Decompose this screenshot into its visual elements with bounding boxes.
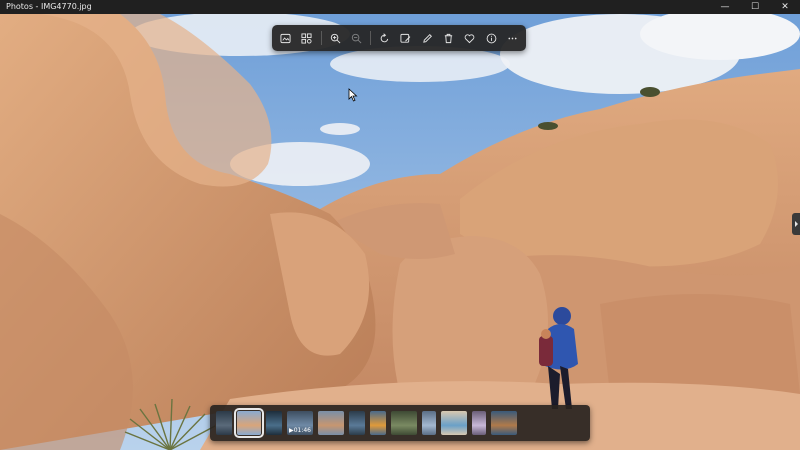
window-title: Photos - IMG4770.jpg xyxy=(6,2,92,11)
filmstrip: ▶ 01:46 xyxy=(210,405,590,441)
edit-image-icon xyxy=(400,33,411,43)
filmstrip-thumbnail[interactable] xyxy=(391,411,417,435)
filmstrip-thumbnail[interactable] xyxy=(266,411,282,435)
mouse-cursor-icon xyxy=(348,88,358,102)
info-button[interactable] xyxy=(480,27,501,49)
delete-button[interactable] xyxy=(438,27,459,49)
draw-button[interactable] xyxy=(417,27,438,49)
chevron-right-icon xyxy=(794,221,798,227)
zoom-out-button[interactable] xyxy=(346,27,367,49)
view-actual-size-icon xyxy=(280,33,291,43)
all-photos-grid-icon xyxy=(301,32,312,44)
photo-canvas[interactable] xyxy=(0,14,800,450)
maximize-button[interactable]: ☐ xyxy=(740,0,770,14)
landscape-photo xyxy=(0,14,800,450)
favorite-heart-icon xyxy=(464,33,475,43)
zoom-in-icon xyxy=(330,33,341,43)
zoom-in-button[interactable] xyxy=(325,27,346,49)
edit-image-button[interactable] xyxy=(395,27,416,49)
filmstrip-thumbnail[interactable] xyxy=(491,411,517,435)
rotate-icon xyxy=(380,32,389,42)
title-bar: Photos - IMG4770.jpg — ☐ ✕ xyxy=(0,0,800,14)
view-actual-size-button[interactable] xyxy=(275,27,296,49)
more-options-button[interactable] xyxy=(502,27,523,49)
open-side-panel-button[interactable] xyxy=(792,213,800,235)
filmstrip-thumbnail[interactable] xyxy=(234,408,264,438)
image-toolbar xyxy=(272,25,526,51)
rotate-button[interactable] xyxy=(374,27,395,49)
filmstrip-thumbnail[interactable]: ▶ 01:46 xyxy=(287,411,313,435)
more-options-icon xyxy=(508,37,517,39)
draw-pencil-icon xyxy=(422,33,432,43)
filmstrip-thumbnail[interactable] xyxy=(349,411,365,435)
zoom-out-icon xyxy=(351,33,362,43)
toolbar-separator xyxy=(370,31,372,45)
filmstrip-thumbnail[interactable] xyxy=(441,411,467,435)
filmstrip-thumbnail[interactable] xyxy=(318,411,344,435)
video-duration: 01:46 xyxy=(293,427,311,434)
filmstrip-thumbnail[interactable] xyxy=(370,411,386,435)
all-photos-button[interactable] xyxy=(296,27,317,49)
delete-trash-icon xyxy=(444,33,453,43)
toolbar-separator xyxy=(320,31,322,45)
filmstrip-thumbnail[interactable] xyxy=(472,411,486,435)
info-icon xyxy=(486,33,496,43)
filmstrip-thumbnail[interactable] xyxy=(422,411,436,435)
filmstrip-thumbnail[interactable] xyxy=(216,411,232,435)
minimize-button[interactable]: — xyxy=(710,0,740,14)
favorite-button[interactable] xyxy=(459,27,480,49)
close-button[interactable]: ✕ xyxy=(770,0,800,14)
